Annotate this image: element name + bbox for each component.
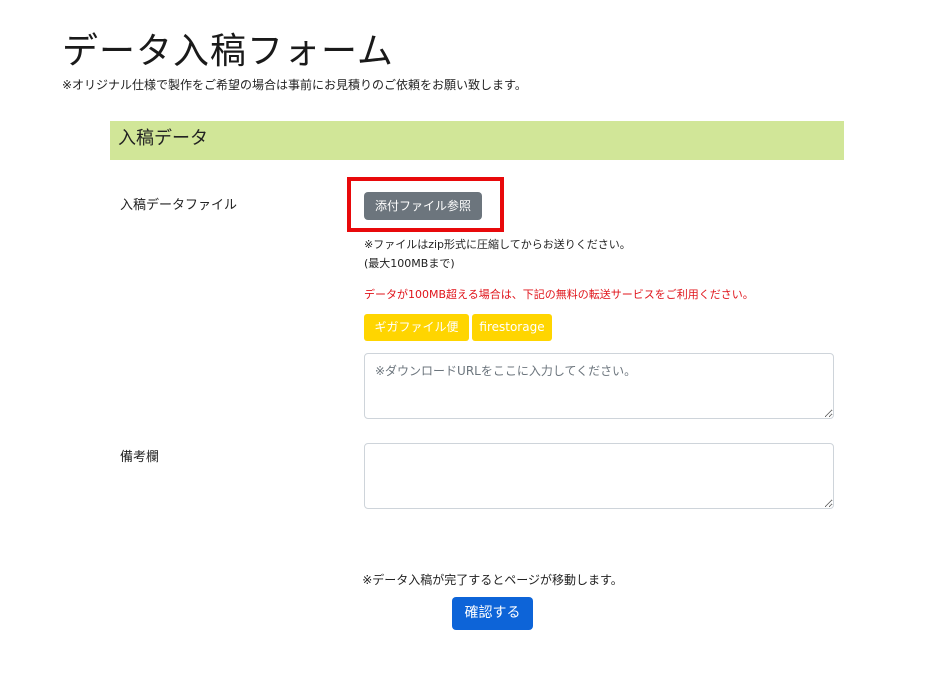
section-header: 入稿データ <box>110 121 844 160</box>
remarks-label: 備考欄 <box>120 450 160 465</box>
page-title: データ入稿フォーム <box>62 31 394 72</box>
file-row-label: 入稿データファイル <box>120 198 238 213</box>
gigafile-button[interactable]: ギガファイル便 <box>364 314 469 341</box>
download-url-input[interactable] <box>364 353 834 419</box>
submit-note: ※データ入稿が完了するとページが移動します。 <box>362 573 623 587</box>
zip-note: ※ファイルはzip形式に圧縮してからお送りください。 <box>364 238 631 251</box>
remarks-textarea[interactable] <box>364 443 834 509</box>
max-size-note: (最大100MBまで) <box>364 257 455 270</box>
intro-note: ※オリジナル仕様で製作をご希望の場合は事前にお見積りのご依頼をお願い致します。 <box>62 78 527 92</box>
attach-file-browse-button[interactable]: 添付ファイル参照 <box>364 192 482 220</box>
confirm-button[interactable]: 確認する <box>452 597 533 630</box>
transfer-service-note: データが100MB超える場合は、下記の無料の転送サービスをご利用ください。 <box>364 288 754 301</box>
firestorage-button[interactable]: firestorage <box>472 314 552 341</box>
